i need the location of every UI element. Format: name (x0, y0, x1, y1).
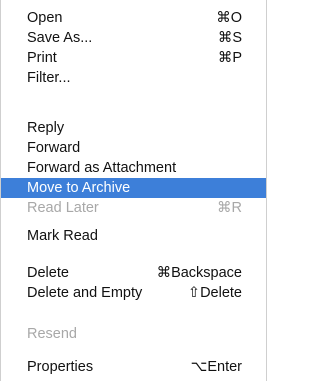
menu-item-shortcut: ⌘P (217, 50, 242, 66)
menu-item-label: Delete (27, 265, 69, 281)
menu-item-print[interactable]: Print ⌘P (1, 48, 266, 68)
menu-item-reply[interactable]: Reply (1, 118, 266, 138)
menu-item-label: Open (27, 10, 63, 26)
menu-item-shortcut: ⇧Delete (187, 285, 242, 301)
menu-item-move-to-archive[interactable]: Move to Archive (1, 178, 266, 198)
menu-item-filter[interactable]: Filter... (1, 68, 266, 88)
menu-item-label: Save As... (27, 30, 93, 46)
menu-item-mark-read[interactable]: Mark Read (1, 226, 266, 246)
menu-item-shortcut: ⌘R (217, 200, 242, 216)
menu-item-delete-and-empty[interactable]: Delete and Empty ⇧Delete (1, 283, 266, 303)
menu-item-read-later: Read Later ⌘R (1, 198, 266, 218)
menu-item-label: Move to Archive (27, 180, 131, 196)
menu-item-label: Read Later (27, 200, 99, 216)
menu-item-open[interactable]: Open ⌘O (1, 8, 266, 28)
menu-item-label: Properties (27, 359, 94, 375)
menu-item-label: Resend (27, 326, 77, 342)
menu-item-shortcut: ⌥Enter (190, 359, 242, 375)
menu-item-label: Forward (27, 140, 81, 156)
menu-item-shortcut: ⌘Backspace (156, 265, 242, 281)
menu-item-label: Reply (27, 120, 65, 136)
menu-item-forward[interactable]: Forward (1, 138, 266, 158)
menu-item-shortcut: ⌘S (217, 30, 242, 46)
menu-item-label: Mark Read (27, 228, 98, 244)
menu-item-save-as[interactable]: Save As... ⌘S (1, 28, 266, 48)
menu-item-label: Forward as Attachment (27, 160, 177, 176)
menu-item-label: Print (27, 50, 57, 66)
menu-item-shortcut: ⌘O (216, 10, 242, 26)
context-menu: Open ⌘O Save As... ⌘S Print ⌘P Filter...… (0, 0, 267, 381)
menu-item-resend: Resend (1, 324, 266, 344)
menu-item-forward-as-attachment[interactable]: Forward as Attachment (1, 158, 266, 178)
menu-item-delete[interactable]: Delete ⌘Backspace (1, 263, 266, 283)
menu-item-label: Delete and Empty (27, 285, 143, 301)
menu-item-properties[interactable]: Properties ⌥Enter (1, 357, 266, 377)
menu-item-label: Filter... (27, 70, 71, 86)
